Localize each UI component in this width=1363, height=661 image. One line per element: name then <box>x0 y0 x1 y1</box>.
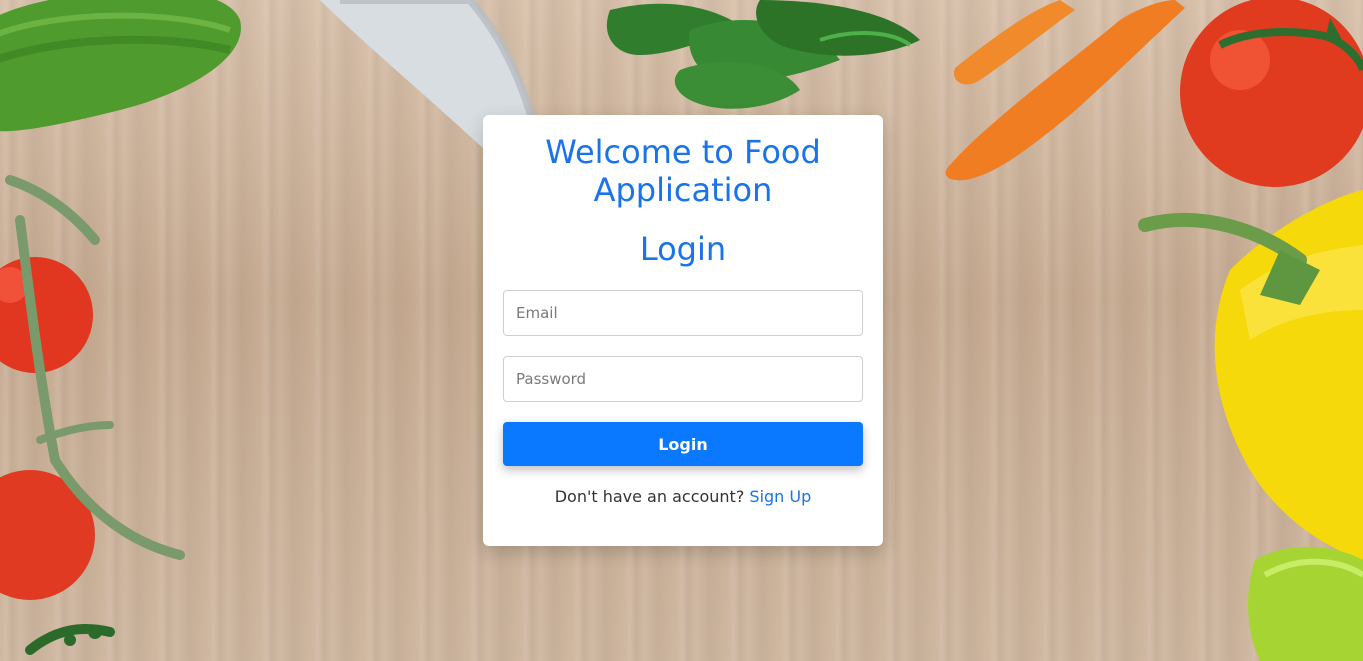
login-button[interactable]: Login <box>503 422 863 466</box>
signup-prompt-text: Don't have an account? <box>554 487 745 506</box>
login-card: Welcome to Food Application Login Login … <box>483 115 883 546</box>
app-title: Welcome to Food Application <box>545 133 821 209</box>
tomatoes-on-vine <box>0 175 185 600</box>
parsley <box>606 0 920 109</box>
green-pepper <box>1248 546 1363 661</box>
signup-prompt: Don't have an account? Sign Up <box>483 487 883 506</box>
cucumber <box>0 0 241 132</box>
yellow-pepper <box>1138 190 1363 560</box>
sign-up-link[interactable]: Sign Up <box>749 487 811 506</box>
password-field[interactable] <box>503 356 863 402</box>
herbs <box>25 624 115 655</box>
tomato-top-right <box>1180 0 1363 187</box>
carrots <box>945 0 1185 181</box>
email-field[interactable] <box>503 290 863 336</box>
login-heading: Login <box>639 230 727 268</box>
